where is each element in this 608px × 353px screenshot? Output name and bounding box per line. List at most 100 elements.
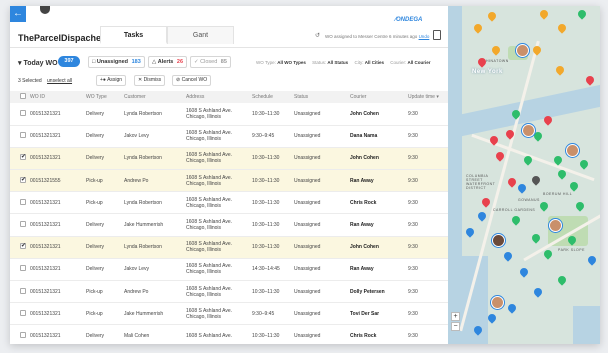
cell-status: Unassigned xyxy=(294,177,321,184)
row-checkbox[interactable] xyxy=(20,287,26,294)
table-row[interactable]: 00151321321 Pick-up Jake Hummerrish 1608 S … xyxy=(10,303,448,325)
table-row[interactable]: 00151321321 Delivery Jake Hummerrish 1608 S… xyxy=(10,214,448,237)
header-update-time[interactable]: Update time ▾ xyxy=(406,91,448,103)
dismiss-button[interactable]: ✕ Dismiss xyxy=(134,75,166,86)
table-row[interactable]: 00151321321 Delivery Lynda Robertson 1608 S… xyxy=(10,236,448,259)
courier-avatar[interactable] xyxy=(492,234,505,247)
map-pin-icon[interactable] xyxy=(530,232,542,244)
header-wo-id[interactable]: WO ID xyxy=(28,91,84,103)
map-pin-icon[interactable] xyxy=(554,64,566,76)
map-pin-icon[interactable] xyxy=(556,22,568,34)
zoom-in-button[interactable]: + xyxy=(451,312,460,321)
map-pin-icon[interactable] xyxy=(486,312,498,324)
map-pin-icon[interactable] xyxy=(486,10,498,22)
header-address[interactable]: Address xyxy=(184,91,250,103)
cell-schedule: 14:30–14:45 xyxy=(252,266,280,273)
map-view[interactable]: New York CHINATOWN GOWANUS CARROLL GARDE… xyxy=(448,6,600,344)
table-row[interactable]: 00151321555 Pick-up Andrew Po 1608 S Ashlan… xyxy=(10,169,448,192)
today-wo-dropdown[interactable]: ▾ Today WO xyxy=(18,59,58,67)
courier-avatar[interactable] xyxy=(491,296,504,309)
map-pin-icon[interactable] xyxy=(538,8,550,20)
map-pin-icon[interactable] xyxy=(568,180,580,192)
courier-avatar[interactable] xyxy=(522,124,535,137)
select-all-checkbox[interactable] xyxy=(20,93,26,99)
row-checkbox[interactable] xyxy=(20,109,26,116)
table-row[interactable]: 00151321321 Delivery Mali Cohen 1608 S Ashl… xyxy=(10,325,448,344)
map-pin-icon[interactable] xyxy=(532,286,544,298)
row-checkbox[interactable] xyxy=(20,176,26,183)
chevron-down-icon: ▾ xyxy=(18,60,22,67)
map-pin-icon[interactable] xyxy=(490,44,502,56)
row-checkbox[interactable] xyxy=(20,153,26,161)
row-checkbox[interactable] xyxy=(20,132,26,139)
map-pin-icon[interactable] xyxy=(506,176,518,188)
map-pin-icon[interactable] xyxy=(576,8,588,20)
table-row[interactable]: 00151321321 Pick-up Andrew Po 1608 S Ashlan… xyxy=(10,281,448,303)
map-pin-icon[interactable] xyxy=(506,302,518,314)
tab-tasks[interactable]: Tasks xyxy=(100,26,167,44)
cancel-wo-button[interactable]: ⊘ Cancel WO xyxy=(172,75,212,86)
courier-avatar[interactable] xyxy=(516,44,529,57)
status-select[interactable]: All Status xyxy=(327,60,348,65)
city-select[interactable]: All Cities xyxy=(365,60,384,65)
undo-link[interactable]: Undo xyxy=(419,34,430,39)
header-courier[interactable]: Courier xyxy=(348,91,406,103)
map-pin-icon[interactable] xyxy=(586,254,598,266)
table-row[interactable]: 00151321321 Pick-up Lynda Robertson 1608 S … xyxy=(10,192,448,214)
header-customer[interactable]: Customer xyxy=(122,91,184,103)
table-row[interactable]: 00151321321 Delivery Lynda Robertson 1608 S… xyxy=(10,147,448,170)
cell-courier: Chris Rock xyxy=(350,332,377,339)
courier-avatar[interactable] xyxy=(549,219,562,232)
table-row[interactable]: 00151321321 Delivery Lynda Robertson 1608 S… xyxy=(10,103,448,126)
map-label-new-york: New York xyxy=(472,69,503,75)
map-pin-icon[interactable] xyxy=(480,196,492,208)
row-checkbox[interactable] xyxy=(20,265,26,272)
row-checkbox[interactable] xyxy=(20,198,26,205)
map-pin-icon[interactable] xyxy=(476,210,488,222)
unselect-all-link[interactable]: unselect all xyxy=(47,78,72,84)
closed-filter-button[interactable]: ✓ Closed 85 xyxy=(190,56,231,68)
header-wo-type[interactable]: WO Type xyxy=(84,91,122,103)
map-pin-icon[interactable] xyxy=(574,200,586,212)
map-pin-icon[interactable] xyxy=(516,182,528,194)
zoom-out-button[interactable]: − xyxy=(451,322,460,331)
header-status[interactable]: Status xyxy=(292,91,348,103)
courier-select[interactable]: All Courier xyxy=(408,60,431,65)
map-pin-icon[interactable] xyxy=(502,250,514,262)
tab-gant[interactable]: Gant xyxy=(167,26,234,44)
brand-logo: ⁄ONDEGA xyxy=(395,17,423,23)
cell-checkbox xyxy=(10,325,28,344)
courier-avatar[interactable] xyxy=(566,144,579,157)
back-button[interactable]: ← xyxy=(10,6,26,22)
alerts-filter-button[interactable]: △ Alerts 26 xyxy=(148,56,188,68)
cell-address: 1608 S Ashland Ave. Chicago, Illinois xyxy=(184,103,250,125)
row-checkbox[interactable] xyxy=(20,331,26,338)
map-pin-icon[interactable] xyxy=(538,200,550,212)
row-checkbox[interactable] xyxy=(20,309,26,316)
map-pin-icon[interactable] xyxy=(472,22,484,34)
table-row[interactable]: 00151321321 Delivery Jakov Levy 1608 S Ashl… xyxy=(10,125,448,148)
map-pin-icon[interactable] xyxy=(464,226,476,238)
map-pin-icon[interactable] xyxy=(578,158,590,170)
cell-address: 1608 S Ashland Ave. Chicago, Illinois xyxy=(184,170,250,192)
cell-schedule: 10:30–11:30 xyxy=(252,155,280,162)
cell-wo-id: 00151321321 xyxy=(30,222,61,229)
cell-address: 1608 S Ashland Ave. Chicago, Illinois xyxy=(184,236,250,258)
map-pin-icon[interactable] xyxy=(530,174,542,186)
cell-courier: Chris Rock xyxy=(350,199,377,206)
copy-icon[interactable] xyxy=(433,30,441,40)
map-pin-icon[interactable] xyxy=(510,214,522,226)
assign-button[interactable]: +● Assign xyxy=(96,75,127,86)
sort-icon: ▾ xyxy=(436,94,439,100)
cell-status: Unassigned xyxy=(294,266,321,273)
map-pin-icon[interactable] xyxy=(518,266,530,278)
row-checkbox[interactable] xyxy=(20,221,26,228)
header-schedule[interactable]: Schedule xyxy=(250,91,292,103)
unassigned-filter-button[interactable]: □ Unassigned 183 xyxy=(88,56,145,68)
map-pin-icon[interactable] xyxy=(556,274,568,286)
wo-type-select[interactable]: All WO Types xyxy=(277,60,306,65)
table-row[interactable]: 00151321321 Delivery Jakov Levy 1608 S Ashl… xyxy=(10,258,448,281)
row-checkbox[interactable] xyxy=(20,242,26,250)
map-pin-icon[interactable] xyxy=(584,74,596,86)
handle-icon[interactable] xyxy=(40,6,50,14)
